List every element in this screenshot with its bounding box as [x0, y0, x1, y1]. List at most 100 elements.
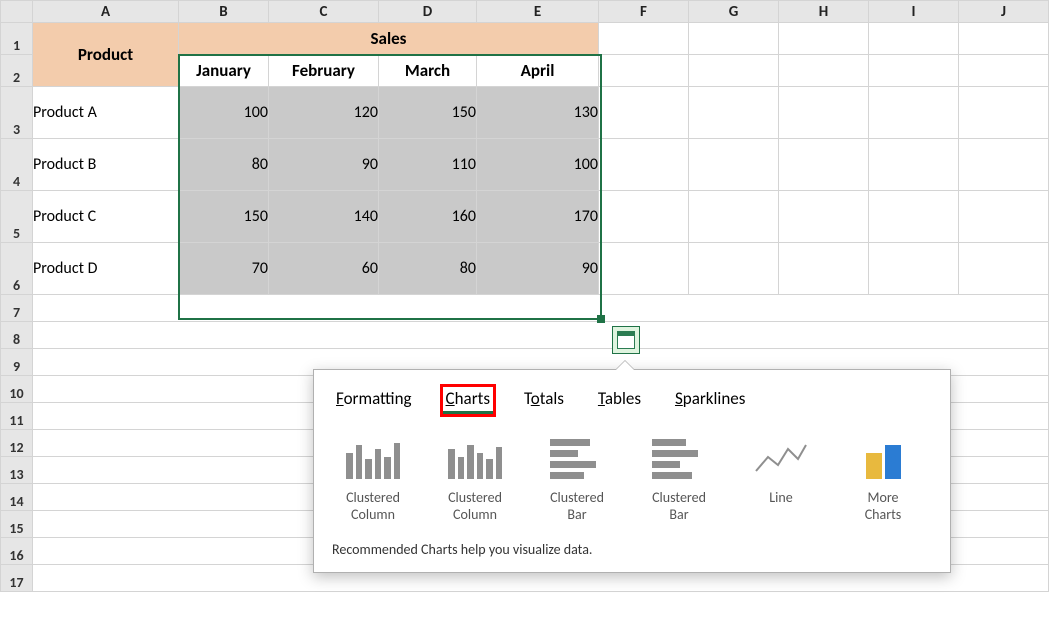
cell-product-header[interactable]: Product [33, 23, 179, 87]
cell[interactable] [779, 243, 869, 295]
cell-E3[interactable]: 130 [477, 87, 599, 139]
col-header-G[interactable]: G [689, 1, 779, 23]
tab-sparklines[interactable]: Sparklines [671, 386, 749, 415]
cell[interactable] [689, 87, 779, 139]
cell[interactable] [779, 139, 869, 191]
cell-C5[interactable]: 140 [269, 191, 379, 243]
cell[interactable] [599, 87, 689, 139]
cell-product-d[interactable]: Product D [33, 243, 179, 295]
cell[interactable] [869, 55, 959, 87]
cell-C6[interactable]: 60 [269, 243, 379, 295]
cell[interactable] [689, 55, 779, 87]
tab-charts[interactable]: Charts [442, 386, 494, 415]
col-header-I[interactable]: I [869, 1, 959, 23]
cell[interactable] [779, 87, 869, 139]
col-header-E[interactable]: E [477, 1, 599, 23]
cell[interactable] [599, 139, 689, 191]
col-header-H[interactable]: H [779, 1, 869, 23]
cell[interactable] [689, 191, 779, 243]
tab-totals[interactable]: Totals [520, 386, 568, 415]
cell[interactable] [959, 243, 1049, 295]
row-header-6[interactable]: 6 [1, 243, 33, 295]
cell[interactable] [959, 139, 1049, 191]
cell[interactable] [599, 23, 689, 55]
cell[interactable] [959, 55, 1049, 87]
row-header-11[interactable]: 11 [1, 403, 33, 430]
cell[interactable] [779, 23, 869, 55]
col-header-F[interactable]: F [599, 1, 689, 23]
cell-product-a[interactable]: Product A [33, 87, 179, 139]
row-header-1[interactable]: 1 [1, 23, 33, 55]
col-header-J[interactable]: J [959, 1, 1049, 23]
col-header-A[interactable]: A [33, 1, 179, 23]
cell[interactable] [689, 139, 779, 191]
cell-product-b[interactable]: Product B [33, 139, 179, 191]
cell-D4[interactable]: 110 [379, 139, 477, 191]
col-header-B[interactable]: B [179, 1, 269, 23]
cell[interactable] [599, 55, 689, 87]
tab-formatting[interactable]: Formatting [332, 386, 416, 415]
cell-product-c[interactable]: Product C [33, 191, 179, 243]
row-header-5[interactable]: 5 [1, 191, 33, 243]
cell-D3[interactable]: 150 [379, 87, 477, 139]
tab-tables[interactable]: Tables [594, 386, 645, 415]
more-charts-icon: ? [856, 439, 910, 479]
row-header-12[interactable]: 12 [1, 430, 33, 457]
row-header-7[interactable]: 7 [1, 295, 33, 322]
cell[interactable] [779, 55, 869, 87]
cell-E5[interactable]: 170 [477, 191, 599, 243]
cell[interactable] [959, 191, 1049, 243]
row-header-10[interactable]: 10 [1, 376, 33, 403]
row-header-14[interactable]: 14 [1, 484, 33, 511]
cell[interactable] [959, 87, 1049, 139]
cell[interactable] [869, 139, 959, 191]
cell[interactable] [599, 243, 689, 295]
cell[interactable] [599, 191, 689, 243]
cell-B3[interactable]: 100 [179, 87, 269, 139]
option-clustered-bar-2[interactable]: ClusteredBar [638, 439, 720, 523]
cell-B6[interactable]: 70 [179, 243, 269, 295]
cell-E4[interactable]: 100 [477, 139, 599, 191]
row-header-13[interactable]: 13 [1, 457, 33, 484]
cell[interactable] [689, 243, 779, 295]
option-clustered-column-2[interactable]: ClusteredColumn [434, 439, 516, 523]
option-clustered-bar-1[interactable]: ClusteredBar [536, 439, 618, 523]
cell-C4[interactable]: 90 [269, 139, 379, 191]
cell-C3[interactable]: 120 [269, 87, 379, 139]
cell[interactable] [869, 243, 959, 295]
quick-analysis-button[interactable] [612, 326, 640, 354]
cell-D5[interactable]: 160 [379, 191, 477, 243]
col-header-C[interactable]: C [269, 1, 379, 23]
row-header-9[interactable]: 9 [1, 349, 33, 376]
quick-analysis-icon [617, 331, 635, 349]
cell[interactable] [869, 191, 959, 243]
cell[interactable] [779, 191, 869, 243]
row-header-15[interactable]: 15 [1, 511, 33, 538]
cell[interactable] [869, 87, 959, 139]
row-header-3[interactable]: 3 [1, 87, 33, 139]
cell-E6[interactable]: 90 [477, 243, 599, 295]
cell-B4[interactable]: 80 [179, 139, 269, 191]
row-header-4[interactable]: 4 [1, 139, 33, 191]
col-header-D[interactable]: D [379, 1, 477, 23]
cell[interactable] [689, 23, 779, 55]
cell-month-jan[interactable]: January [179, 55, 269, 87]
cell-month-feb[interactable]: February [269, 55, 379, 87]
cell[interactable] [869, 23, 959, 55]
cell-sales-header[interactable]: Sales [179, 23, 599, 55]
option-more-charts[interactable]: ? MoreCharts [842, 439, 924, 523]
option-line[interactable]: Line [740, 439, 822, 523]
row-header-8[interactable]: 8 [1, 322, 33, 349]
cell[interactable] [33, 295, 1049, 322]
row-header-16[interactable]: 16 [1, 538, 33, 565]
cell[interactable] [959, 23, 1049, 55]
row-header-17[interactable]: 17 [1, 565, 33, 592]
cell-month-mar[interactable]: March [379, 55, 477, 87]
select-all-corner[interactable] [1, 1, 33, 23]
cell-month-apr[interactable]: April [477, 55, 599, 87]
option-clustered-column-1[interactable]: ClusteredColumn [332, 439, 414, 523]
cell-D6[interactable]: 80 [379, 243, 477, 295]
row-header-2[interactable]: 2 [1, 55, 33, 87]
cell[interactable] [33, 322, 1049, 349]
cell-B5[interactable]: 150 [179, 191, 269, 243]
